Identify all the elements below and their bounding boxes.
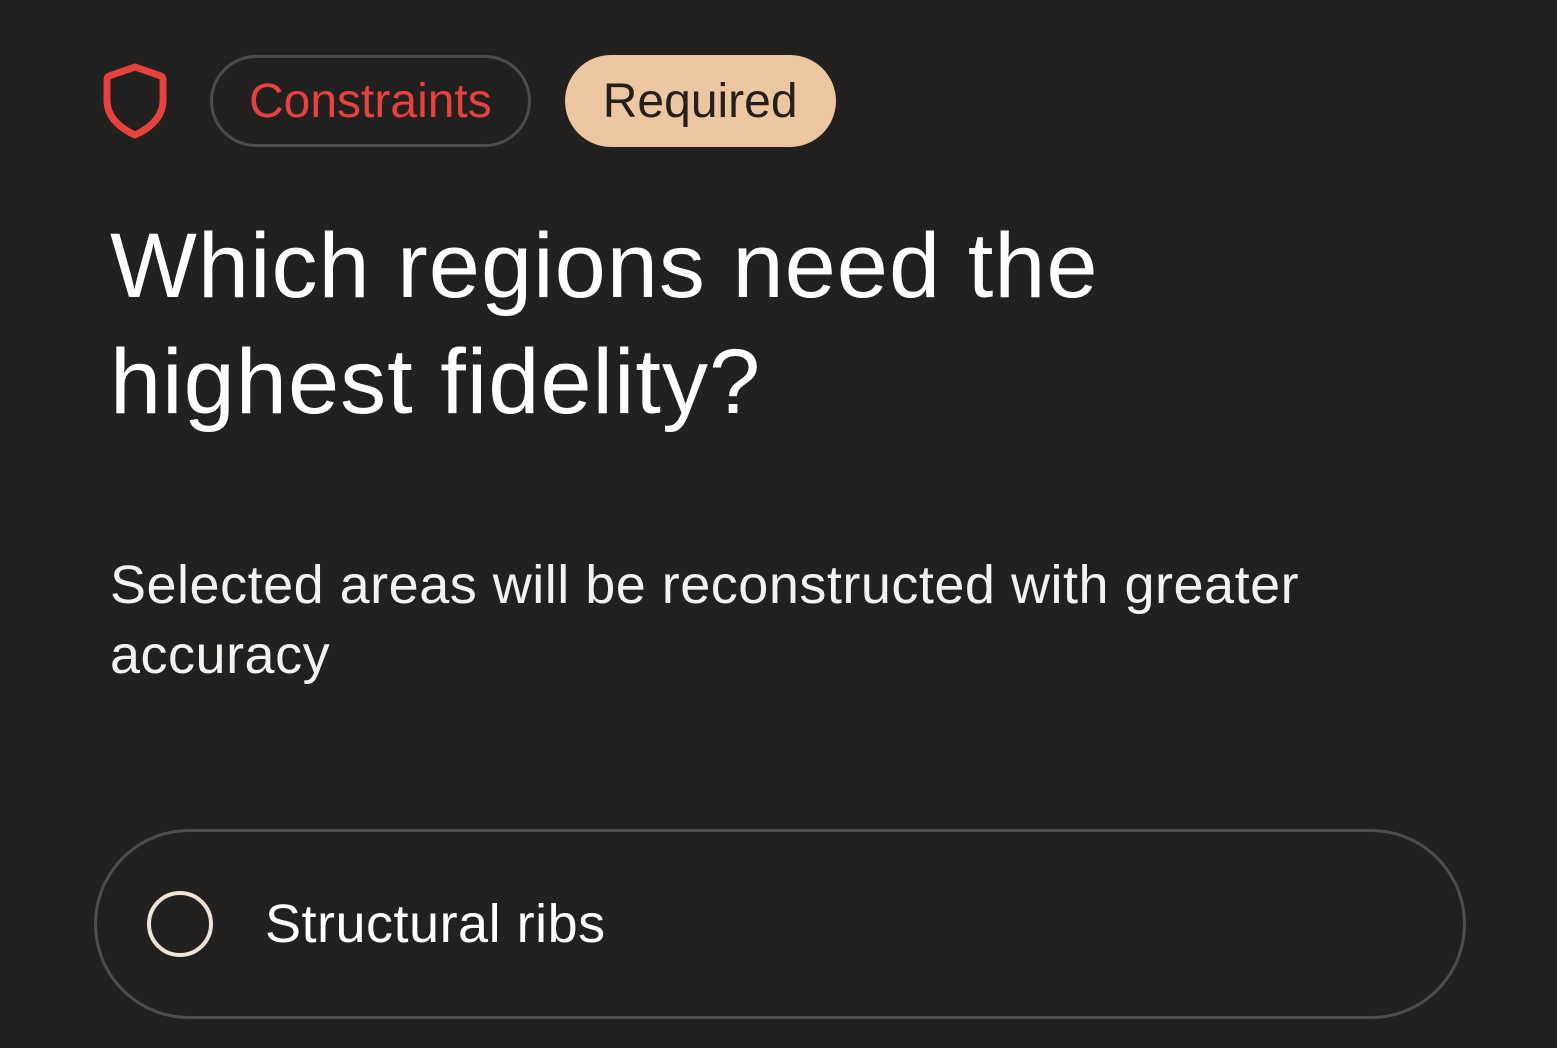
question-header: Constraints Required [100, 54, 836, 148]
shield-icon [100, 61, 170, 141]
required-badge: Required [564, 55, 836, 147]
radio-button[interactable] [147, 891, 213, 957]
question-title: Which regions need the highest fidelity? [110, 215, 1099, 433]
category-tag: Constraints [210, 55, 531, 147]
option-structural-ribs[interactable]: Structural ribs [94, 829, 1466, 1019]
option-label: Structural ribs [265, 894, 606, 954]
question-subtitle: Selected areas will be reconstructed wit… [110, 555, 1300, 685]
